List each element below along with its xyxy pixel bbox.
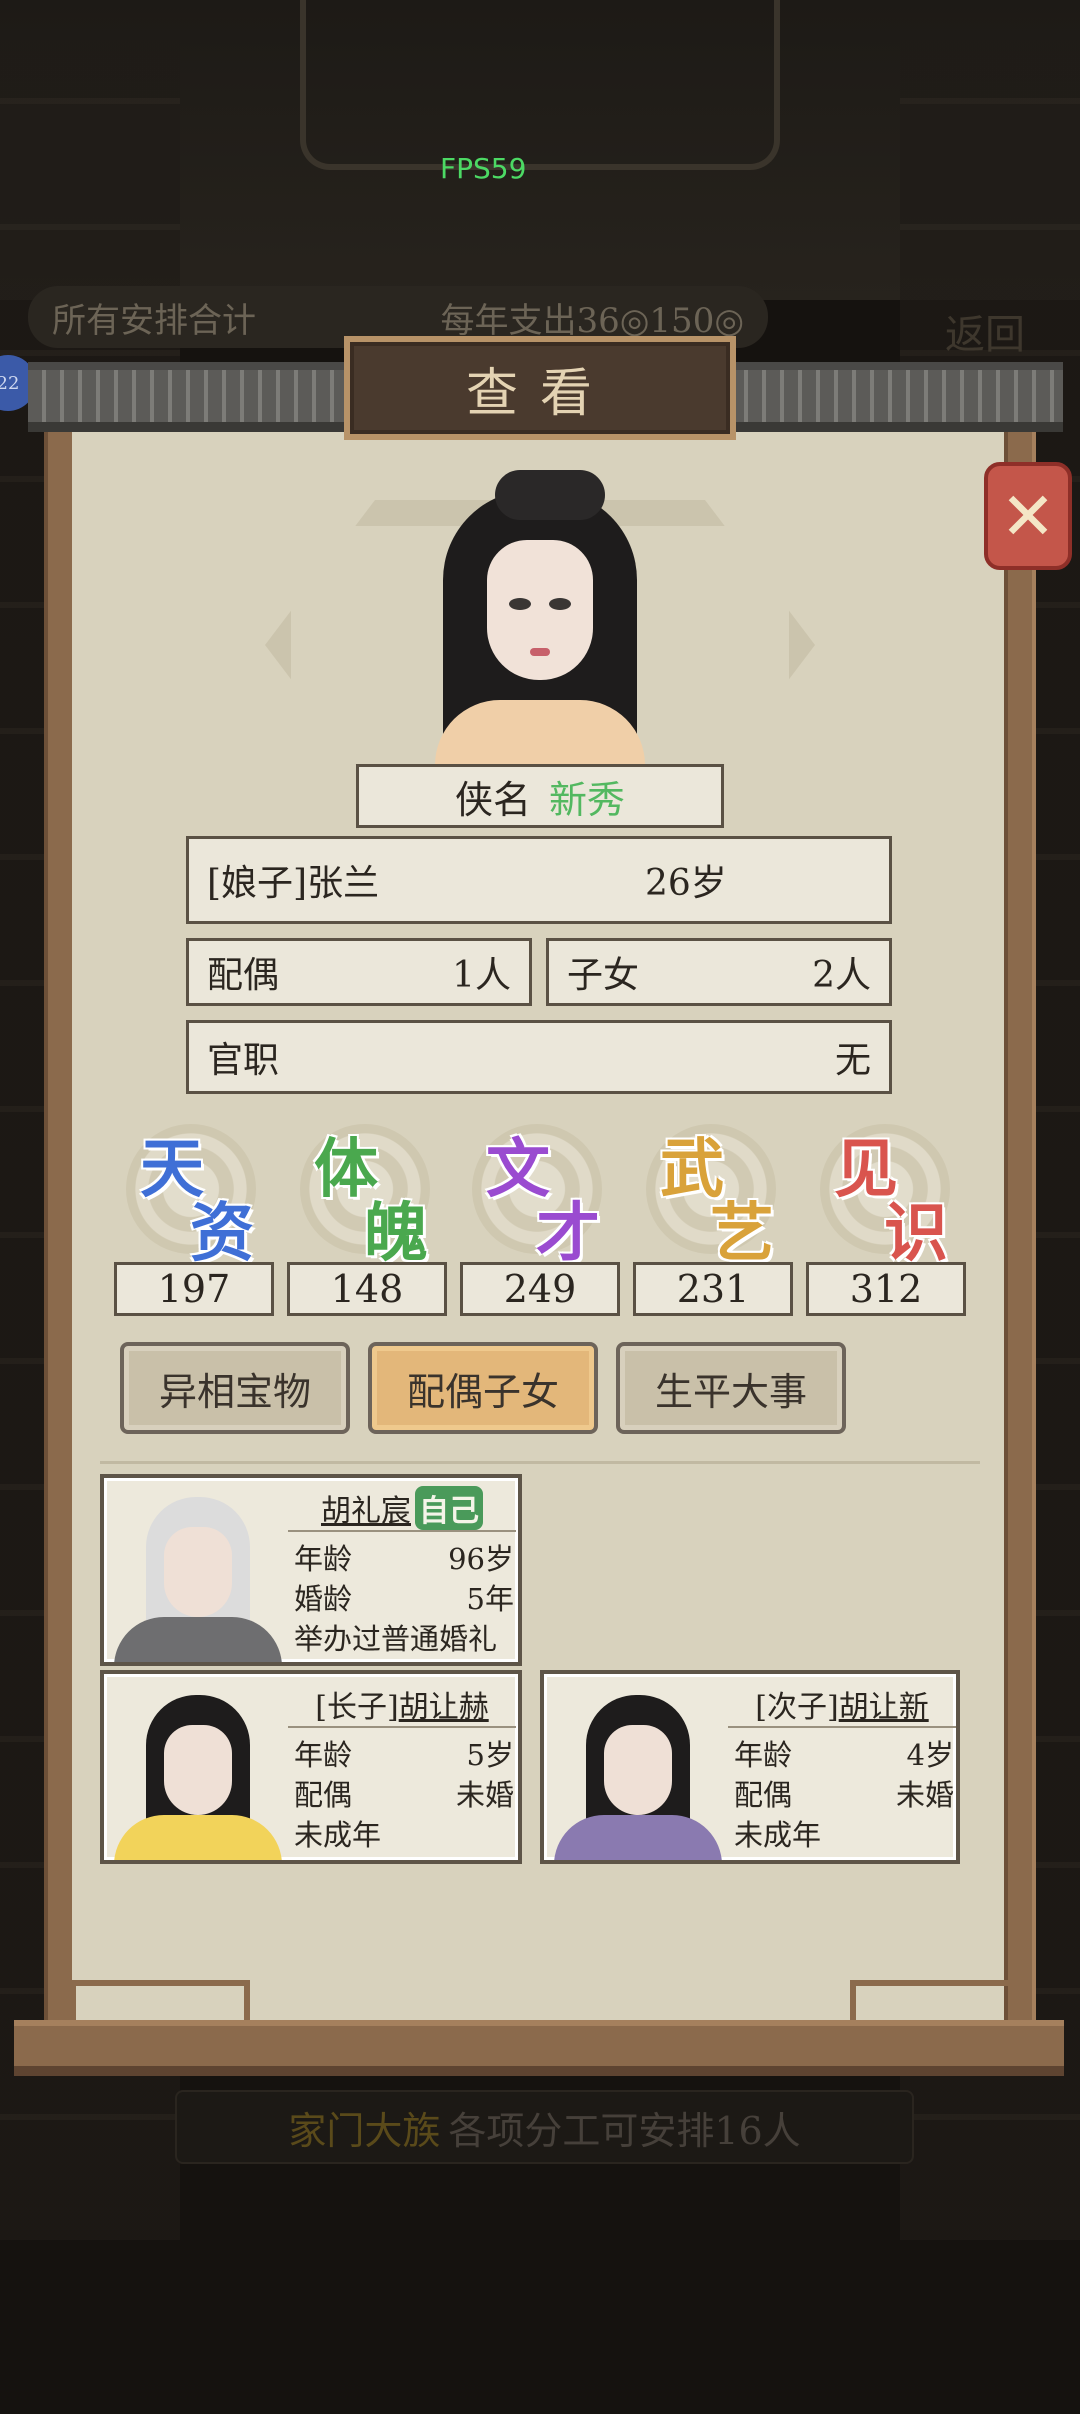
summary-expense: 每年支出36◎150◎ <box>440 300 745 341</box>
line-value: 未婚 <box>455 1778 514 1812</box>
character-age: 26岁 <box>645 863 727 904</box>
member-name-text: 胡让新 <box>838 1690 929 1725</box>
line-label: 配偶 <box>294 1778 353 1812</box>
member-name-text: 胡让赫 <box>398 1690 489 1725</box>
summary-label: 所有安排合计 <box>52 300 256 341</box>
background-frame <box>300 0 780 170</box>
portrait-eye-right <box>549 598 571 610</box>
member-name: 胡礼宸 自己 <box>288 1486 516 1532</box>
official-post-box: 官职 无 <box>186 1020 892 1094</box>
avatar <box>108 1487 288 1662</box>
line-label: 未成年 <box>294 1818 382 1852</box>
line-label: 未成年 <box>734 1818 822 1852</box>
portrait-robe <box>435 700 645 765</box>
rail-left <box>70 1980 250 2020</box>
member-line: 举办过普通婚礼 <box>294 1616 530 1658</box>
rail-right <box>850 1980 1030 2020</box>
line-value: 4岁 <box>906 1738 954 1772</box>
stat-char-2: 识 <box>884 1196 948 1271</box>
nickname-label: 侠名 <box>454 777 531 822</box>
member-card-spouse[interactable]: 胡礼宸 自己 年龄 96岁 婚龄 5年 举办过普通婚礼 <box>100 1474 522 1666</box>
member-name: [次子] 胡让新 <box>728 1682 956 1728</box>
member-prefix: [次子] <box>755 1690 839 1725</box>
member-name-text: 胡礼宸 <box>321 1494 411 1529</box>
nickname-box: 侠名 新秀 <box>356 764 724 828</box>
line-label: 举办过普通婚礼 <box>294 1622 498 1656</box>
tab-life-events[interactable]: 生平大事 <box>616 1342 846 1434</box>
line-value: 5岁 <box>466 1738 514 1772</box>
stat-char-2: 魄 <box>364 1196 428 1271</box>
line-label: 年龄 <box>294 1542 353 1576</box>
children-value: 2人 <box>812 955 871 996</box>
member-card-second-son[interactable]: [次子] 胡让新 年龄 4岁 配偶 未婚 未成年 <box>540 1670 960 1864</box>
stat-value-martial: 231 <box>633 1262 793 1316</box>
line-label: 婚龄 <box>294 1582 353 1616</box>
character-portrait <box>425 470 655 765</box>
close-icon: ✕ <box>1000 477 1056 555</box>
member-line: 未成年 <box>734 1812 954 1854</box>
portrait-lips <box>530 648 550 656</box>
bottom-hint-text: 各项分工可安排16人 <box>448 2108 801 2153</box>
return-button[interactable]: 返回 <box>910 220 1060 360</box>
avatar <box>548 1685 728 1860</box>
member-name: [长子] 胡让赫 <box>288 1682 516 1728</box>
member-card-eldest-son[interactable]: [长子] 胡让赫 年龄 5岁 配偶 未婚 未成年 <box>100 1670 522 1864</box>
children-count-box: 子女 2人 <box>546 938 892 1006</box>
stat-value-literacy: 249 <box>460 1262 620 1316</box>
self-badge: 自己 <box>415 1486 483 1530</box>
line-value: 未婚 <box>895 1778 954 1812</box>
member-prefix: [长子] <box>315 1690 399 1725</box>
nickname-value: 新秀 <box>549 777 626 822</box>
tab-treasures[interactable]: 异相宝物 <box>120 1342 350 1434</box>
stat-char-2: 才 <box>536 1196 600 1271</box>
line-label: 年龄 <box>734 1738 793 1772</box>
pillar-right <box>1004 432 1036 2042</box>
name-age-row: [娘子]张兰 26岁 <box>186 836 892 924</box>
character-name: [娘子]张兰 <box>207 863 380 904</box>
panel-bottom-frame <box>14 2020 1064 2076</box>
stat-value-talent: 197 <box>114 1262 274 1316</box>
line-value: 5年 <box>466 1582 514 1616</box>
spouse-label: 配偶 <box>207 955 280 996</box>
member-line: 配偶 未婚 <box>294 1772 514 1814</box>
member-line: 婚龄 5年 <box>294 1576 514 1618</box>
spouse-count-box: 配偶 1人 <box>186 938 532 1006</box>
bottom-hint-prefix: 家门大族 <box>288 2108 441 2153</box>
post-value: 无 <box>834 1040 871 1081</box>
post-label: 官职 <box>207 1040 280 1081</box>
portrait-eye-left <box>509 598 531 610</box>
bottom-hint-bar: 家门大族 各项分工可安排16人 <box>175 2090 914 2164</box>
dialog-title: 查看 <box>344 336 736 440</box>
fps-counter: FPS59 <box>440 152 527 185</box>
section-divider <box>100 1450 980 1464</box>
member-line: 配偶 未婚 <box>734 1772 954 1814</box>
member-line: 年龄 4岁 <box>734 1732 954 1774</box>
line-label: 配偶 <box>734 1778 793 1812</box>
member-line: 年龄 96岁 <box>294 1536 514 1578</box>
tab-spouse-children[interactable]: 配偶子女 <box>368 1342 598 1434</box>
stat-char-2: 艺 <box>710 1196 774 1271</box>
portrait-bun <box>495 470 605 520</box>
stat-char-2: 资 <box>190 1196 254 1271</box>
children-label: 子女 <box>567 955 640 996</box>
close-button[interactable]: ✕ <box>984 462 1072 570</box>
member-line: 未成年 <box>294 1812 514 1854</box>
line-value: 96岁 <box>448 1542 514 1576</box>
stat-value-physique: 148 <box>287 1262 447 1316</box>
member-line: 年龄 5岁 <box>294 1732 514 1774</box>
portrait-face <box>487 540 593 680</box>
stat-value-insight: 312 <box>806 1262 966 1316</box>
avatar <box>108 1685 288 1860</box>
spouse-value: 1人 <box>452 955 511 996</box>
line-label: 年龄 <box>294 1738 353 1772</box>
